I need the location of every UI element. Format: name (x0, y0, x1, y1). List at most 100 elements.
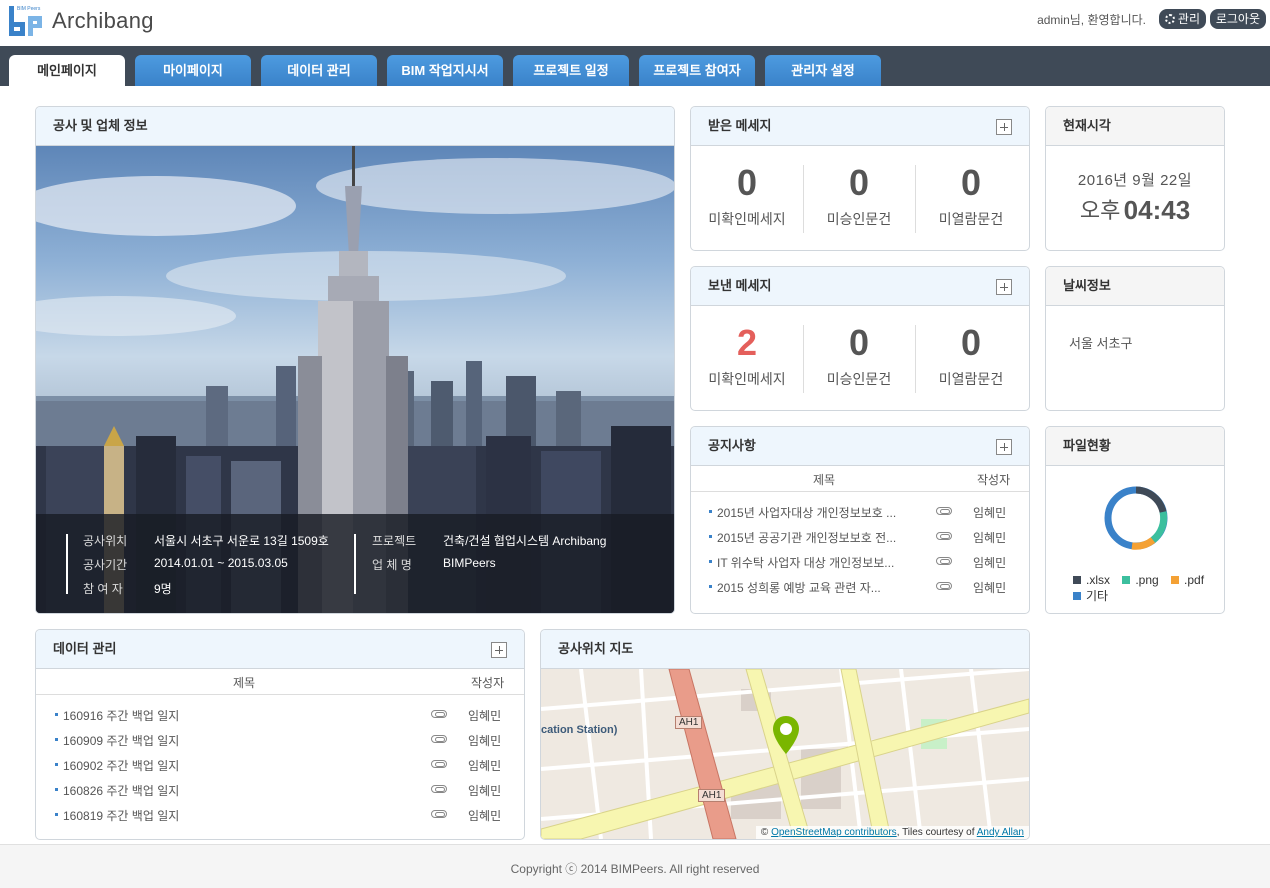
list-item[interactable]: 2015년 사업자대상 개인정보보호 ... 임혜민 (691, 499, 1029, 524)
tab-bim-order[interactable]: BIM 작업지시서 (387, 55, 503, 86)
bimpeers-logo[interactable]: BIM Peers (8, 4, 44, 38)
list-item[interactable]: 2015년 공공기관 개인정보보호 전... 임혜민 (691, 524, 1029, 549)
sent-unapproved-stat[interactable]: 0 미승인문건 (803, 323, 915, 389)
road-label-ah1: AH1 (675, 716, 703, 729)
bullet-icon (709, 560, 712, 563)
column-author: 작성자 (977, 473, 1011, 487)
data-item-author: 임혜민 (468, 759, 502, 773)
stat-label: 미확인메세지 (708, 211, 786, 227)
column-author: 작성자 (471, 676, 505, 690)
data-item-author: 임혜민 (468, 809, 502, 823)
received-unviewed-stat[interactable]: 0 미열람문건 (915, 163, 1027, 229)
legend-item-other: 기타 (1073, 587, 1108, 604)
bullet-icon (709, 510, 712, 513)
credit-mid: , Tiles courtesy of (896, 827, 975, 838)
list-item[interactable]: 160916 주간 백업 일지 임혜민 (36, 702, 524, 727)
logo-text: BIM Peers (17, 6, 41, 12)
received-unapproved-stat[interactable]: 0 미승인문건 (803, 163, 915, 229)
attachment-icon (431, 785, 447, 793)
period-label: 공사기간 (83, 558, 128, 572)
legend-swatch (1073, 592, 1081, 600)
stat-value: 0 (736, 162, 758, 203)
attachment-icon (936, 557, 952, 565)
list-item[interactable]: 2015 성희롱 예방 교육 관련 자... 임혜민 (691, 574, 1029, 599)
period-value: 2014.01.01 ~ 2015.03.05 (154, 556, 288, 570)
weather-panel: 날씨정보 서울 서초구 (1045, 266, 1225, 411)
members-label: 참 여 자 (83, 582, 123, 596)
donut-slice-png (1150, 511, 1168, 543)
bullet-icon (55, 713, 58, 716)
info-divider (66, 534, 68, 594)
column-title: 제목 (233, 676, 256, 690)
project-info-overlay: 공사위치 서울시 서초구 서운로 13길 1509호 공사기간 2014.01.… (36, 514, 674, 613)
notice-item-title[interactable]: 2015 성희롱 예방 교육 관련 자... (717, 579, 881, 596)
list-item[interactable]: IT 위수탁 사업자 대상 개인정보보... 임혜민 (691, 549, 1029, 574)
location-label: 공사위치 (83, 534, 128, 548)
sent-messages-panel: 보낸 메세지 2 미확인메세지 0 미승인문건 0 미열람문건 (690, 266, 1030, 411)
received-unread-stat[interactable]: 0 미확인메세지 (691, 163, 803, 229)
plus-icon[interactable] (491, 642, 507, 658)
project-label: 프로젝트 (372, 534, 417, 548)
ampm: 오후 (1079, 198, 1121, 223)
sent-messages-title: 보낸 메세지 (691, 267, 1029, 306)
andy-allan-link[interactable]: Andy Allan (977, 827, 1024, 838)
current-date: 2016년 9월 22일 (1077, 172, 1193, 189)
main-nav: 메인페이지 마이페이지 데이터 관리 BIM 작업지시서 프로젝트 일정 프로젝… (0, 46, 1270, 86)
notice-item-author: 임혜민 (973, 581, 1007, 595)
list-item[interactable]: 160819 주간 백업 일지 임혜민 (36, 802, 524, 827)
notice-item-title[interactable]: 2015년 사업자대상 개인정보보호 ... (717, 504, 896, 521)
brand-name[interactable]: Archibang (52, 8, 154, 34)
attachment-icon (936, 532, 952, 540)
tab-main[interactable]: 메인페이지 (9, 55, 125, 86)
tab-mypage[interactable]: 마이페이지 (135, 55, 251, 86)
notice-item-title[interactable]: IT 위수탁 사업자 대상 개인정보보... (717, 554, 894, 571)
clock-panel: 현재시각 2016년 9월 22일 오후 04:43 (1045, 106, 1225, 251)
stat-label: 미열람문건 (938, 211, 1004, 227)
tab-admin[interactable]: 관리자 설정 (765, 55, 881, 86)
data-item-title[interactable]: 160909 주간 백업 일지 (63, 732, 179, 749)
list-item[interactable]: 160902 주간 백업 일지 임혜민 (36, 752, 524, 777)
data-item-title[interactable]: 160819 주간 백업 일지 (63, 807, 179, 824)
file-donut-chart[interactable] (1101, 483, 1171, 553)
notice-item-author: 임혜민 (973, 506, 1007, 520)
tab-schedule[interactable]: 프로젝트 일정 (513, 55, 629, 86)
clock-title: 현재시각 (1046, 107, 1224, 146)
data-item-title[interactable]: 160916 주간 백업 일지 (63, 707, 179, 724)
map-pin-icon[interactable] (771, 715, 801, 755)
bullet-icon (55, 738, 58, 741)
sent-unread-stat[interactable]: 2 미확인메세지 (691, 323, 803, 389)
plus-icon[interactable] (996, 439, 1012, 455)
legend-item-png: .png (1122, 573, 1159, 587)
header: BIM Peers Archibang admin님, 환영합니다. 관리 로그… (0, 0, 1270, 46)
list-item[interactable]: 160909 주간 백업 일지 임혜민 (36, 727, 524, 752)
site-map-panel: 공사위치 지도 AH1 AH1 cation Station) © OpenSt… (540, 629, 1030, 840)
company-info-title: 공사 및 업체 정보 (36, 107, 674, 146)
sent-unviewed-stat[interactable]: 0 미열람문건 (915, 323, 1027, 389)
road-label-ah1: AH1 (698, 789, 726, 802)
footer: Copyright ⓒ 2014 BIMPeers. All right res… (0, 844, 1270, 888)
data-management-panel: 데이터 관리 제목 작성자 160916 주간 백업 일지 임혜민 160909… (35, 629, 525, 840)
list-item[interactable]: 160826 주간 백업 일지 임혜민 (36, 777, 524, 802)
legend-label: .pdf (1184, 573, 1205, 587)
attachment-icon (431, 735, 447, 743)
tab-data[interactable]: 데이터 관리 (261, 55, 377, 86)
tab-participants[interactable]: 프로젝트 참여자 (639, 55, 755, 86)
stat-value: 0 (960, 162, 982, 203)
plus-icon[interactable] (996, 119, 1012, 135)
data-item-title[interactable]: 160902 주간 백업 일지 (63, 757, 179, 774)
skyline-photo: 공사위치 서울시 서초구 서운로 13길 1509호 공사기간 2014.01.… (36, 146, 674, 613)
legend-swatch (1122, 576, 1131, 584)
company-value: BIMPeers (443, 556, 496, 570)
current-time: 오후 04:43 (1046, 193, 1224, 226)
notice-item-title[interactable]: 2015년 공공기관 개인정보보호 전... (717, 529, 896, 546)
admin-button[interactable]: 관리 (1158, 9, 1206, 29)
bullet-icon (55, 763, 58, 766)
data-item-title[interactable]: 160826 주간 백업 일지 (63, 782, 179, 799)
plus-icon[interactable] (996, 279, 1012, 295)
site-map[interactable]: AH1 AH1 cation Station) © OpenStreetMap … (541, 669, 1029, 839)
legend-label: .xlsx (1086, 573, 1110, 587)
osm-link[interactable]: OpenStreetMap contributors (771, 827, 897, 838)
notice-title-text: 공지사항 (708, 438, 756, 453)
company-label: 업 체 명 (372, 558, 412, 572)
logout-button[interactable]: 로그아웃 (1209, 9, 1266, 29)
